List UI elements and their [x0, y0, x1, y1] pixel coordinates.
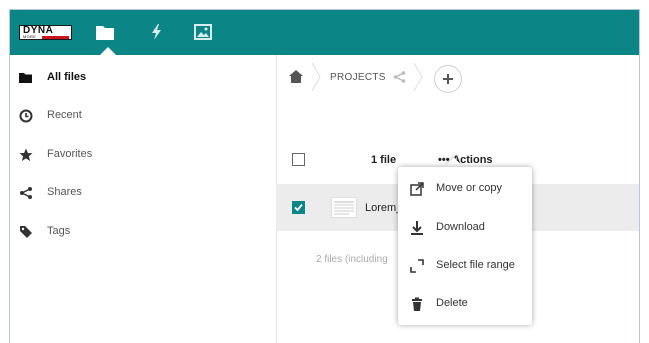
lightning-icon[interactable]	[148, 24, 166, 40]
menu-item-delete[interactable]: Delete	[398, 285, 532, 323]
file-name[interactable]: Lorem_	[365, 202, 402, 214]
menu-item-label: Download	[436, 221, 485, 233]
logo-accent-bar	[42, 36, 69, 39]
breadcrumb: PROJECTS	[276, 55, 639, 100]
file-thumbnail-icon[interactable]	[331, 197, 357, 218]
share-icon	[19, 186, 33, 200]
active-app-indicator	[100, 47, 116, 55]
download-icon	[410, 221, 424, 235]
actions-popover-menu: Move or copy Download Select file range …	[398, 167, 532, 325]
file-summary: 2 files (including	[316, 254, 388, 265]
sidebar-item-all-files[interactable]: All files	[10, 67, 276, 89]
menu-item-select-file-range[interactable]: Select file range	[398, 247, 532, 285]
new-item-button[interactable]	[434, 65, 462, 93]
menu-item-label: Select file range	[436, 259, 515, 271]
image-icon[interactable]	[194, 24, 212, 40]
breadcrumb-folder[interactable]: PROJECTS	[330, 72, 386, 83]
app-window: DYNA MORE All files Recent Favorites Sha…	[9, 9, 640, 343]
trash-icon	[410, 297, 424, 311]
sidebar-item-recent[interactable]: Recent	[10, 105, 276, 127]
menu-item-download[interactable]: Download	[398, 209, 532, 247]
files-app-icon[interactable]	[96, 24, 114, 40]
sidebar-item-favorites[interactable]: Favorites	[10, 144, 276, 166]
breadcrumb-separator	[310, 62, 322, 92]
sidebar-item-label: Shares	[47, 186, 82, 198]
star-icon	[19, 148, 33, 162]
menu-item-label: Move or copy	[436, 182, 503, 194]
sidebar-item-label: All files	[47, 71, 87, 83]
breadcrumb-separator	[412, 62, 424, 92]
tag-icon	[19, 225, 33, 239]
home-icon[interactable]	[289, 70, 303, 83]
select-all-checkbox[interactable]	[292, 153, 305, 166]
menu-item-move-or-copy[interactable]: Move or copy	[398, 170, 532, 208]
sidebar-item-label: Favorites	[47, 148, 93, 160]
row-checkbox[interactable]	[292, 201, 305, 214]
logo-subtext: MORE	[23, 34, 37, 39]
sidebar: All files Recent Favorites Shares Tags	[10, 55, 277, 343]
top-navigation-bar: DYNA MORE	[10, 10, 639, 55]
folder-icon	[19, 71, 33, 85]
sidebar-item-shares[interactable]: Shares	[10, 182, 276, 204]
company-logo[interactable]: DYNA MORE	[19, 25, 72, 40]
share-icon[interactable]	[393, 71, 406, 83]
sidebar-item-label: Recent	[47, 109, 82, 121]
sidebar-item-tags[interactable]: Tags	[10, 221, 276, 243]
select-range-icon	[410, 259, 424, 273]
move-icon	[410, 182, 424, 196]
clock-icon	[19, 109, 33, 123]
sidebar-item-label: Tags	[47, 225, 71, 237]
file-count: 1 file	[371, 154, 397, 166]
menu-item-label: Delete	[436, 297, 468, 309]
